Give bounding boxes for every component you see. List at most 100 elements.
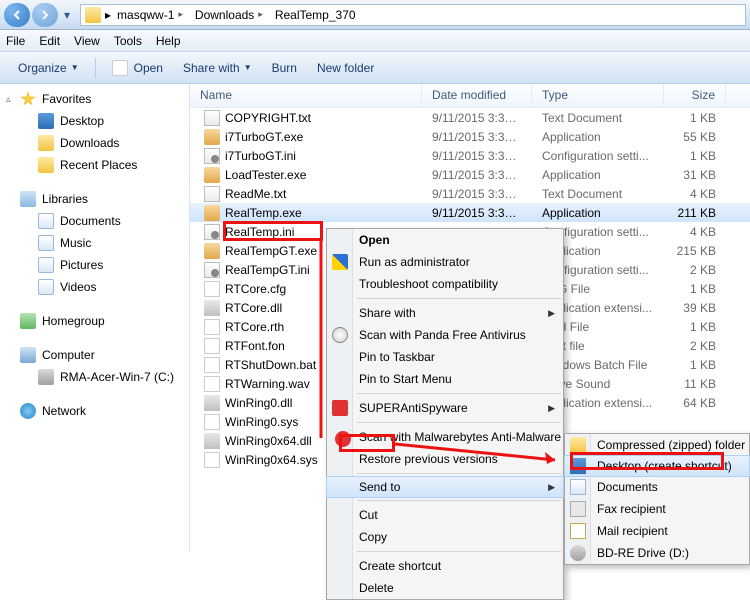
sidebar-item-drive-c[interactable]: RMA-Acer-Win-7 (C:) <box>0 366 189 388</box>
menu-view[interactable]: View <box>74 34 100 48</box>
download-icon <box>38 135 54 151</box>
share-button[interactable]: Share with▼ <box>173 57 262 79</box>
ctx-panda[interactable]: Scan with Panda Free Antivirus <box>327 324 563 346</box>
file-icon <box>204 110 220 126</box>
burn-button[interactable]: Burn <box>262 57 307 79</box>
pictures-icon <box>38 257 54 273</box>
col-type[interactable]: Type <box>532 84 664 107</box>
file-row[interactable]: i7TurboGT.exe9/11/2015 3:39 PMApplicatio… <box>190 127 750 146</box>
sidebar-computer[interactable]: Computer <box>0 344 189 366</box>
file-name: RTWarning.wav <box>225 377 310 391</box>
file-name: RealTempGT.ini <box>225 263 310 277</box>
zip-icon <box>570 437 586 453</box>
file-type: Text Document <box>532 187 664 201</box>
disc-icon <box>570 545 586 561</box>
sidebar-libraries[interactable]: Libraries <box>0 188 189 210</box>
sidebar-item-music[interactable]: Music <box>0 232 189 254</box>
newfolder-button[interactable]: New folder <box>307 57 384 79</box>
sendto-desktop[interactable]: Desktop (create shortcut) <box>564 455 750 477</box>
file-icon <box>204 186 220 202</box>
ctx-runadmin[interactable]: Run as administrator <box>327 251 563 273</box>
file-icon <box>204 262 220 278</box>
forward-button[interactable] <box>32 3 58 27</box>
sidebar-homegroup[interactable]: Homegroup <box>0 310 189 332</box>
sidebar-favorites[interactable]: ▵Favorites <box>0 88 189 110</box>
file-row[interactable]: i7TurboGT.ini9/11/2015 3:39 PMConfigurat… <box>190 146 750 165</box>
sendto-fax[interactable]: Fax recipient <box>565 498 749 520</box>
sidebar: ▵Favorites Desktop Downloads Recent Plac… <box>0 84 190 552</box>
sidebar-item-recent[interactable]: Recent Places <box>0 154 189 176</box>
ctx-open[interactable]: Open <box>327 229 563 251</box>
ctx-pinstart[interactable]: Pin to Start Menu <box>327 368 563 390</box>
file-size: 31 KB <box>664 168 726 182</box>
sendto-mail[interactable]: Mail recipient <box>565 520 749 542</box>
ctx-malwarebytes[interactable]: Scan with Malwarebytes Anti-Malware <box>327 426 563 448</box>
file-row[interactable]: COPYRIGHT.txt9/11/2015 3:39 PMText Docum… <box>190 108 750 127</box>
menu-tools[interactable]: Tools <box>114 34 142 48</box>
sidebar-item-desktop[interactable]: Desktop <box>0 110 189 132</box>
ctx-cut[interactable]: Cut <box>327 504 563 526</box>
file-row[interactable]: LoadTester.exe9/11/2015 3:39 PMApplicati… <box>190 165 750 184</box>
open-button[interactable]: Open <box>102 56 173 80</box>
file-icon <box>204 300 220 316</box>
ctx-shortcut[interactable]: Create shortcut <box>327 555 563 577</box>
file-name: i7TurboGT.ini <box>225 149 296 163</box>
file-size: 1 KB <box>664 111 726 125</box>
malwarebytes-icon <box>335 431 351 447</box>
sidebar-network[interactable]: Network <box>0 400 189 422</box>
file-size: 55 KB <box>664 130 726 144</box>
folder-icon <box>85 7 101 23</box>
breadcrumb-seg[interactable]: Downloads▸ <box>189 5 269 25</box>
title-bar: ▾ ▸ masqww-1▸ Downloads▸ RealTemp_370 <box>0 0 750 30</box>
ctx-delete[interactable]: Delete <box>327 577 563 599</box>
ctx-copy[interactable]: Copy <box>327 526 563 548</box>
ctx-sendto[interactable]: Send to▶ <box>326 476 564 498</box>
file-name: RealTempGT.exe <box>225 244 317 258</box>
sidebar-item-documents[interactable]: Documents <box>0 210 189 232</box>
col-name[interactable]: Name <box>190 84 422 107</box>
sendto-documents[interactable]: Documents <box>565 476 749 498</box>
sidebar-item-pictures[interactable]: Pictures <box>0 254 189 276</box>
sidebar-item-videos[interactable]: Videos <box>0 276 189 298</box>
breadcrumb-seg[interactable]: RealTemp_370 <box>269 5 362 25</box>
menu-edit[interactable]: Edit <box>39 34 60 48</box>
file-type: Text Document <box>532 111 664 125</box>
ctx-pintaskbar[interactable]: Pin to Taskbar <box>327 346 563 368</box>
col-size[interactable]: Size <box>664 84 726 107</box>
breadcrumb-seg[interactable]: masqww-1▸ <box>111 5 189 25</box>
ctx-restore[interactable]: Restore previous versions <box>327 448 563 470</box>
sidebar-item-downloads[interactable]: Downloads <box>0 132 189 154</box>
drive-icon <box>38 369 54 385</box>
file-row[interactable]: ReadMe.txt9/11/2015 3:39 PMText Document… <box>190 184 750 203</box>
ctx-sas[interactable]: SUPERAntiSpyware▶ <box>327 397 563 419</box>
documents-icon <box>38 213 54 229</box>
menu-file[interactable]: File <box>6 34 25 48</box>
back-button[interactable] <box>4 3 30 27</box>
file-name: RTCore.cfg <box>225 282 286 296</box>
file-size: 1 KB <box>664 358 726 372</box>
file-icon <box>204 376 220 392</box>
toolbar: Organize▼ Open Share with▼ Burn New fold… <box>0 52 750 84</box>
file-type: Application <box>532 130 664 144</box>
organize-button[interactable]: Organize▼ <box>8 57 89 79</box>
breadcrumb[interactable]: ▸ masqww-1▸ Downloads▸ RealTemp_370 <box>80 4 746 26</box>
ctx-sharewith[interactable]: Share with▶ <box>327 302 563 324</box>
sendto-bd[interactable]: BD-RE Drive (D:) <box>565 542 749 564</box>
col-date[interactable]: Date modified <box>422 84 532 107</box>
history-dropdown[interactable]: ▾ <box>60 3 74 27</box>
sendto-zip[interactable]: Compressed (zipped) folder <box>565 434 749 456</box>
menu-bar: File Edit View Tools Help <box>0 30 750 52</box>
star-icon <box>20 91 36 107</box>
sendto-submenu: Compressed (zipped) folder Desktop (crea… <box>564 433 750 565</box>
file-name: RealTemp.ini <box>225 225 294 239</box>
open-icon <box>112 60 128 76</box>
recent-icon <box>38 157 54 173</box>
file-row[interactable]: RealTemp.exe9/11/2015 3:39 PMApplication… <box>190 203 750 222</box>
desktop-icon <box>38 113 54 129</box>
file-date: 9/11/2015 3:39 PM <box>422 206 532 220</box>
file-date: 9/11/2015 3:39 PM <box>422 149 532 163</box>
menu-help[interactable]: Help <box>156 34 181 48</box>
ctx-troubleshoot[interactable]: Troubleshoot compatibility <box>327 273 563 295</box>
fax-icon <box>570 501 586 517</box>
sas-icon <box>332 400 348 416</box>
